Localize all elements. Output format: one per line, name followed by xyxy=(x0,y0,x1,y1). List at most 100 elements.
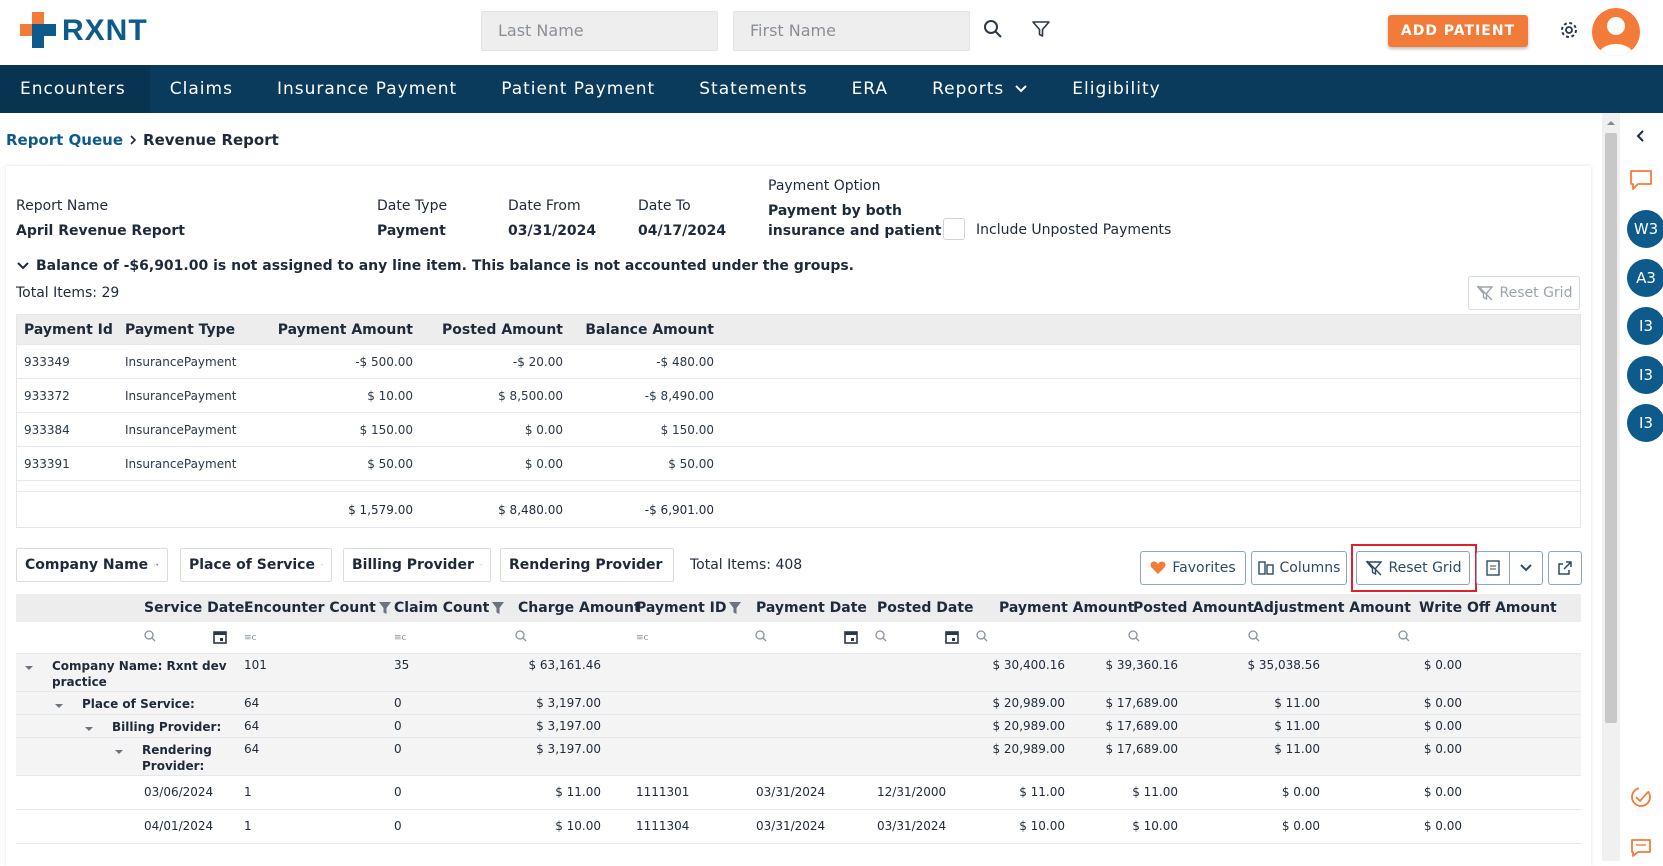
numeric-filter-icon[interactable]: ≡c xyxy=(244,630,258,646)
col-posted-amount[interactable]: Posted Amount xyxy=(413,322,563,338)
col-payment-amount[interactable]: Payment Amount xyxy=(999,600,1134,616)
include-unposted-checkbox[interactable] xyxy=(943,218,965,240)
columns-button[interactable]: Columns xyxy=(1251,551,1347,585)
chevron-left-icon[interactable] xyxy=(1634,129,1648,143)
cell-payment-amount: $ 11.00 xyxy=(1019,785,1065,799)
rail-badge-i3[interactable]: I3 xyxy=(1627,307,1663,345)
export-excel-button[interactable] xyxy=(1476,551,1510,585)
col-service-date[interactable]: Service Date xyxy=(144,600,244,616)
col-adjustment-amount[interactable]: Adjustment Amount xyxy=(1253,600,1411,616)
sort-filter-icon[interactable] xyxy=(479,557,482,573)
cell-charge-amount: $ 3,197.00 xyxy=(536,696,601,710)
balance-message[interactable]: Balance of -$6,901.00 is not assigned to… xyxy=(16,258,854,274)
group-chip-company-name[interactable]: Company Name xyxy=(16,548,168,582)
search-icon[interactable] xyxy=(875,630,887,646)
table-row[interactable]: 04/01/2024 1 0 $ 10.00 1111304 03/31/2024 03/3… xyxy=(16,810,1581,844)
col-payment-amount[interactable]: Payment Amount xyxy=(247,322,413,338)
col-payment-id[interactable]: Payment Id xyxy=(17,322,117,338)
filter-icon[interactable] xyxy=(491,601,505,615)
total-posted-amount: $ 8,480.00 xyxy=(498,502,563,517)
rxnt-logo[interactable]: RXNT xyxy=(20,12,148,50)
filter-icon[interactable] xyxy=(378,601,392,615)
calendar-icon[interactable] xyxy=(213,630,227,648)
group-chip-rendering-provider[interactable]: Rendering Provider xyxy=(500,548,674,582)
scroll-up-icon[interactable] xyxy=(1602,117,1620,129)
col-payment-type[interactable]: Payment Type xyxy=(117,322,247,338)
col-charge-amount[interactable]: Charge Amount xyxy=(518,600,641,616)
col-claim-count[interactable]: Claim Count xyxy=(394,600,505,616)
col-posted-date[interactable]: Posted Date xyxy=(877,600,974,616)
payment-row[interactable]: 933349 InsurancePayment -$ 500.00 -$ 20.00 -… xyxy=(17,344,1580,378)
first-name-input[interactable]: First Name xyxy=(733,11,970,51)
favorites-button[interactable]: Favorites xyxy=(1140,551,1246,585)
group-chip-billing-provider[interactable]: Billing Provider xyxy=(343,548,491,582)
cell-payment-id: 933384 xyxy=(24,422,70,437)
numeric-filter-icon[interactable]: ≡c xyxy=(636,630,650,646)
table-row[interactable]: 03/06/2024 1 0 $ 11.00 1111301 03/31/2024 12/3… xyxy=(16,776,1581,810)
cell-balance-amount: $ 50.00 xyxy=(668,456,714,471)
nav-insurance-payment[interactable]: Insurance Payment xyxy=(257,65,481,113)
rail-badge-a3[interactable]: A3 xyxy=(1627,259,1663,297)
calendar-icon[interactable] xyxy=(945,630,959,648)
group-row[interactable]: Rendering Provider: 64 0 $ 3,197.00 $ 20,989.… xyxy=(16,738,1581,776)
nav-encounters[interactable]: Encounters xyxy=(0,65,150,113)
reset-grid-button-top[interactable]: Reset Grid xyxy=(1468,276,1580,310)
export-menu-button[interactable] xyxy=(1509,551,1543,585)
chat-icon[interactable] xyxy=(1629,169,1653,191)
task-check-icon[interactable] xyxy=(1630,786,1652,808)
nav-statements[interactable]: Statements xyxy=(679,65,831,113)
rail-badge-i3[interactable]: I3 xyxy=(1627,404,1663,442)
cell-write-off-amount: $ 0.00 xyxy=(1423,819,1462,833)
nav-eligibility[interactable]: Eligibility xyxy=(1052,65,1184,113)
rail-badge-i3[interactable]: I3 xyxy=(1627,356,1663,394)
col-balance-amount[interactable]: Balance Amount xyxy=(563,322,714,338)
caret-down-icon[interactable] xyxy=(24,664,34,672)
filter-icon[interactable] xyxy=(728,601,742,615)
search-icon[interactable] xyxy=(1128,630,1140,646)
search-icon[interactable] xyxy=(755,630,767,646)
sort-filter-icon[interactable] xyxy=(321,557,323,573)
include-unposted-label[interactable]: Include Unposted Payments xyxy=(976,222,1171,238)
nav-era[interactable]: ERA xyxy=(832,65,913,113)
nav-reports[interactable]: Reports xyxy=(912,65,1052,113)
caret-down-icon[interactable] xyxy=(114,748,124,756)
scroll-thumb[interactable] xyxy=(1605,133,1617,723)
nav-patient-payment[interactable]: Patient Payment xyxy=(481,65,679,113)
cell-payment-date: 03/31/2024 xyxy=(756,785,826,799)
group-row[interactable]: Place of Service: 64 0 $ 3,197.00 $ 20,989.0… xyxy=(16,692,1581,715)
group-chip-place-of-service[interactable]: Place of Service xyxy=(180,548,332,582)
group-row[interactable]: Billing Provider: 64 0 $ 3,197.00 $ 20,989.0… xyxy=(16,715,1581,738)
search-icon[interactable] xyxy=(1248,630,1260,646)
col-encounter-count[interactable]: Encounter Count xyxy=(244,600,392,616)
search-icon[interactable] xyxy=(515,630,527,646)
caret-down-icon[interactable] xyxy=(84,725,94,733)
col-payment-date[interactable]: Payment Date xyxy=(756,600,867,616)
message-icon[interactable] xyxy=(1630,838,1652,858)
page-scrollbar[interactable] xyxy=(1602,113,1620,861)
caret-down-icon[interactable] xyxy=(54,702,64,710)
col-write-off-amount[interactable]: Write Off Amount xyxy=(1419,600,1557,616)
search-icon[interactable] xyxy=(144,630,156,646)
add-patient-button[interactable]: ADD PATIENT xyxy=(1388,15,1528,47)
numeric-filter-icon[interactable]: ≡c xyxy=(394,630,408,646)
search-icon[interactable] xyxy=(982,18,1004,40)
search-icon[interactable] xyxy=(976,630,988,646)
avatar[interactable] xyxy=(1592,8,1640,56)
col-posted-amount[interactable]: Posted Amount xyxy=(1133,600,1254,616)
payment-row[interactable]: 933372 InsurancePayment $ 10.00 $ 8,500.00 -… xyxy=(17,378,1580,412)
calendar-icon[interactable] xyxy=(844,630,858,648)
search-icon[interactable] xyxy=(1398,630,1410,646)
filter-icon[interactable] xyxy=(1030,18,1052,40)
share-button[interactable] xyxy=(1548,551,1582,585)
rail-badge-w3[interactable]: W3 xyxy=(1627,210,1663,248)
filter-off-icon xyxy=(1476,285,1494,301)
nav-claims[interactable]: Claims xyxy=(150,65,257,113)
group-row[interactable]: Company Name: Rxnt dev practice 101 35 $ 63,… xyxy=(16,654,1581,692)
payment-row[interactable]: 933391 InsurancePayment $ 50.00 $ 0.00 $ 50.… xyxy=(17,446,1580,480)
col-payment-id[interactable]: Payment ID xyxy=(636,600,742,616)
last-name-input[interactable]: Last Name xyxy=(481,11,718,51)
breadcrumb-report-queue[interactable]: Report Queue xyxy=(6,131,123,149)
sort-filter-icon[interactable] xyxy=(154,557,159,573)
gear-icon[interactable] xyxy=(1557,18,1581,42)
payment-row[interactable]: 933384 InsurancePayment $ 150.00 $ 0.00 $ 15… xyxy=(17,412,1580,446)
